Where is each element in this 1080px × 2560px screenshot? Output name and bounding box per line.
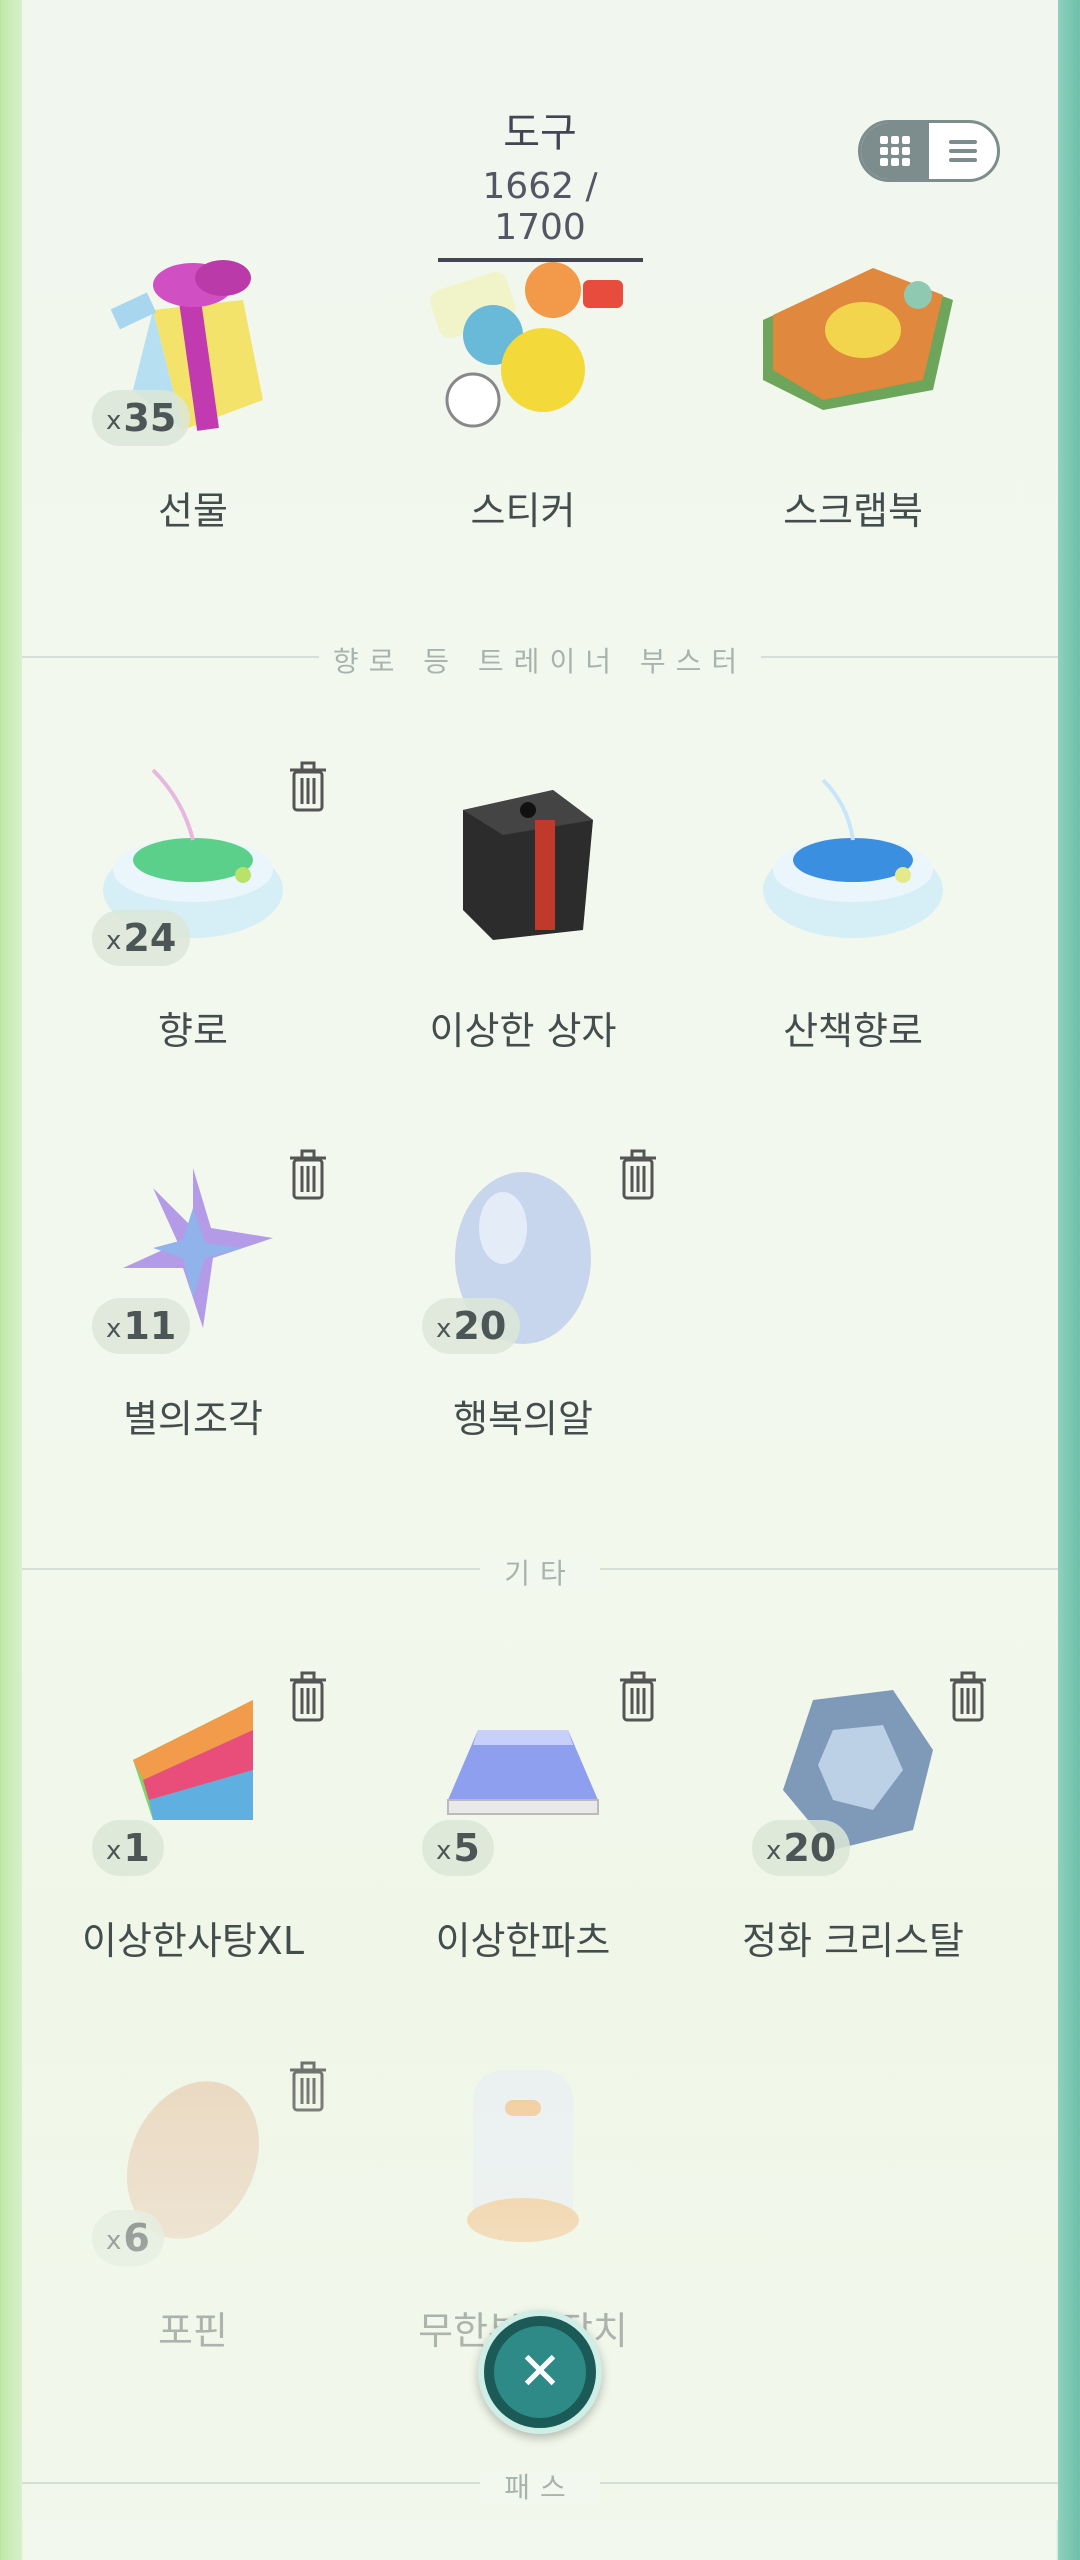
item-rare-candy-xl[interactable]: x1 이상한사탕XL [28, 1670, 358, 2010]
quantity-badge: x 20 [752, 1820, 851, 1876]
incubator-icon [398, 2060, 648, 2260]
quantity-badge: x6 [92, 2210, 164, 2266]
item-name: 별의조각 [123, 1397, 263, 1441]
item-mystery-box[interactable]: 이상한 상자 [358, 760, 688, 1100]
close-button[interactable]: ✕ [478, 2310, 602, 2434]
quantity-badge: x 20 [422, 1298, 521, 1354]
item-name: 포핀 [158, 2309, 228, 2353]
item-name: 이상한사탕XL [81, 1919, 304, 1963]
item-sticker[interactable]: 스티커 [358, 240, 688, 580]
quantity-badge: x1 [92, 1820, 164, 1876]
item-name: 스크랩북 [783, 489, 923, 533]
quantity-badge: x 35 [92, 390, 191, 446]
item-scrapbook[interactable]: 스크랩북 [688, 240, 1018, 580]
section-label-other: 기타 [22, 1552, 1058, 1592]
item-name: 이상한파츠 [435, 1919, 611, 1963]
trash-icon[interactable] [288, 2060, 328, 2114]
scrapbook-icon [728, 240, 978, 440]
trash-icon[interactable] [288, 1670, 328, 1724]
item-name: 선물 [158, 489, 228, 533]
section-label-boosters: 향로 등 트레이너 부스터 [22, 640, 1058, 680]
item-name: 산책향로 [783, 1009, 923, 1053]
item-pokepin[interactable]: x6 포핀 [28, 2060, 358, 2400]
sticker-icon [398, 240, 648, 440]
item-rare-parts[interactable]: x5 이상한파츠 [358, 1670, 688, 2010]
trash-icon[interactable] [948, 1670, 988, 1724]
item-star-piece[interactable]: x 11 별의조각 [28, 1148, 358, 1488]
item-purify-crystal[interactable]: x 20 정화 크리스탈 [688, 1670, 1018, 2010]
mystery-box-icon [398, 760, 648, 960]
quantity-badge: x 11 [92, 1298, 191, 1354]
trash-icon[interactable] [288, 1148, 328, 1202]
grid-view-button[interactable] [861, 123, 929, 179]
trash-icon[interactable] [618, 1670, 658, 1724]
quantity-badge: x5 [422, 1820, 494, 1876]
view-toggle[interactable] [858, 120, 1000, 182]
trash-icon[interactable] [618, 1148, 658, 1202]
item-name: 정화 크리스탈 [742, 1919, 964, 1963]
close-icon: ✕ [494, 2326, 586, 2418]
trash-icon[interactable] [288, 760, 328, 814]
daily-incense-icon [728, 760, 978, 960]
section-label-pass: 패스 [22, 2466, 1058, 2506]
item-name: 행복의알 [453, 1397, 593, 1441]
item-daily-incense[interactable]: 산책향로 [688, 760, 1018, 1100]
quantity-badge: x 24 [92, 910, 191, 966]
item-lucky-egg[interactable]: x 20 행복의알 [358, 1148, 688, 1488]
list-icon [949, 140, 977, 162]
item-incense[interactable]: x 24 향로 [28, 760, 358, 1100]
grid-icon [880, 136, 910, 166]
item-name: 이상한 상자 [429, 1009, 617, 1053]
item-name: 향로 [158, 1009, 228, 1053]
item-name: 스티커 [470, 489, 576, 533]
item-gift[interactable]: x 35 선물 [28, 240, 358, 580]
list-view-button[interactable] [929, 123, 997, 179]
